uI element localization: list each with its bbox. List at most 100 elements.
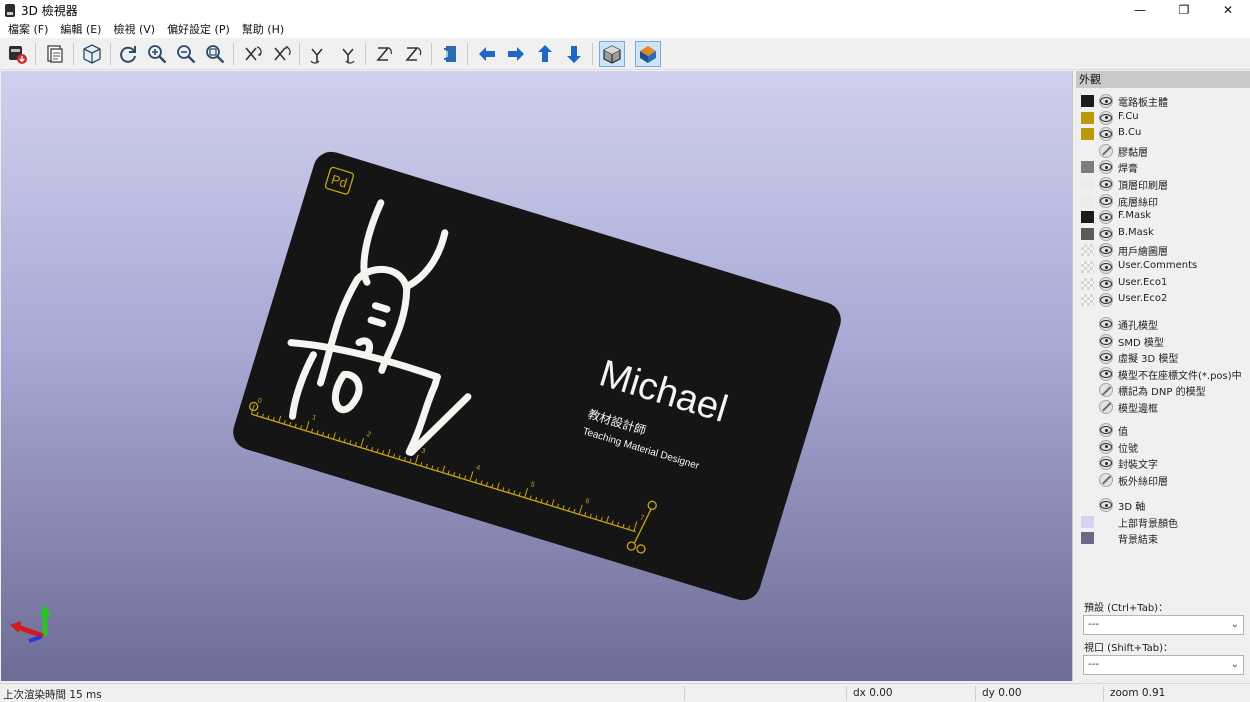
close-button[interactable]: ✕ — [1206, 0, 1250, 20]
menu-preferences[interactable]: 偏好設定 (P) — [161, 21, 236, 37]
visibility-eye-icon[interactable] — [1099, 276, 1113, 291]
zoom-fit-button[interactable] — [202, 41, 228, 67]
layer-row[interactable]: 底層絲印 — [1076, 193, 1250, 209]
menu-file[interactable]: 檔案 (F) — [2, 21, 54, 37]
visibility-eye-icon[interactable] — [1099, 498, 1113, 512]
viewport-value: --- — [1088, 659, 1099, 670]
appearance-panel: 外觀 電路板主體 F.Cu B.Cu 膠黏層 焊膏 頂層印刷層 底層絲印 F.Mask B.Ma… — [1076, 71, 1250, 681]
visibility-hidden-icon[interactable] — [1099, 383, 1113, 398]
color-swatch[interactable] — [1081, 515, 1094, 528]
view-row[interactable]: 上部背景顏色 — [1076, 514, 1250, 530]
color-swatch[interactable] — [1081, 111, 1094, 124]
color-swatch[interactable] — [1081, 261, 1094, 273]
rotate-z-ccw-button[interactable] — [400, 41, 426, 67]
layer-row[interactable]: User.Eco2 — [1076, 292, 1250, 308]
visibility-hidden-icon[interactable] — [1099, 400, 1113, 414]
color-swatch[interactable] — [1081, 244, 1094, 257]
visibility-eye-icon[interactable] — [1099, 439, 1113, 454]
visibility-eye-icon[interactable] — [1099, 243, 1113, 258]
view-row[interactable]: 3D 軸 — [1076, 497, 1250, 513]
visibility-eye-icon[interactable] — [1099, 193, 1113, 208]
layer-row[interactable]: User.Comments — [1076, 259, 1250, 275]
orthographic-toggle-button[interactable] — [599, 41, 625, 67]
layer-row[interactable]: B.Mask — [1076, 226, 1250, 242]
layer-row[interactable]: 膠黏層 — [1076, 143, 1250, 159]
view-label: 背景結束 — [1118, 535, 1158, 547]
visibility-eye-icon[interactable] — [1099, 210, 1113, 225]
flip-board-button[interactable] — [437, 41, 463, 67]
model-row[interactable]: 通孔模型 — [1076, 316, 1250, 332]
pan-up-button[interactable] — [532, 41, 558, 67]
copy-to-clipboard-button[interactable] — [42, 41, 68, 67]
color-swatch[interactable] — [1081, 211, 1094, 224]
annotation-row[interactable]: 封裝文字 — [1076, 455, 1250, 471]
maximize-button[interactable]: ❐ — [1162, 0, 1206, 20]
visibility-eye-icon[interactable] — [1099, 177, 1113, 191]
visibility-eye-icon[interactable] — [1099, 127, 1113, 142]
model-row[interactable]: 虛擬 3D 模型 — [1076, 349, 1250, 365]
model-row[interactable]: 模型不在座標文件(*.pos)中 — [1076, 366, 1250, 382]
rotate-y-cw-button[interactable] — [305, 41, 331, 67]
3d-viewport[interactable]: Pd Michael 教材設計師 Teaching Material Desig… — [1, 71, 1073, 681]
visibility-eye-icon[interactable] — [1099, 366, 1113, 381]
minimize-button[interactable]: — — [1118, 0, 1162, 20]
visibility-eye-icon[interactable] — [1099, 456, 1113, 471]
pan-right-button[interactable] — [503, 41, 529, 67]
export-image-button[interactable] — [4, 41, 30, 67]
rotate-x-cw-button[interactable] — [240, 41, 266, 67]
menu-help[interactable]: 幫助 (H) — [236, 21, 290, 37]
color-swatch[interactable] — [1081, 532, 1094, 545]
view-3d-button[interactable] — [79, 41, 105, 67]
menu-view[interactable]: 檢視 (V) — [107, 21, 161, 37]
visibility-hidden-icon[interactable] — [1099, 143, 1113, 158]
rotate-z-cw-button[interactable] — [371, 41, 397, 67]
render-mode-button[interactable] — [635, 41, 661, 67]
model-row[interactable]: SMD 模型 — [1076, 333, 1250, 349]
color-swatch[interactable] — [1081, 194, 1094, 207]
pan-left-button[interactable] — [474, 41, 500, 67]
color-swatch[interactable] — [1081, 178, 1094, 190]
color-swatch[interactable] — [1081, 294, 1094, 307]
visibility-eye-icon[interactable] — [1099, 160, 1113, 175]
annotation-row[interactable]: 值 — [1076, 422, 1250, 438]
color-swatch[interactable] — [1081, 95, 1094, 107]
visibility-hidden-icon[interactable] — [1099, 472, 1113, 487]
visibility-eye-icon[interactable] — [1099, 226, 1113, 241]
visibility-eye-icon[interactable] — [1099, 423, 1113, 437]
model-row[interactable]: 模型邊框 — [1076, 399, 1250, 415]
layer-row[interactable]: 用戶繪圖層 — [1076, 242, 1250, 258]
pan-down-button[interactable] — [561, 41, 587, 67]
color-swatch[interactable] — [1081, 128, 1094, 141]
color-swatch[interactable] — [1081, 227, 1094, 240]
visibility-eye-icon[interactable] — [1099, 317, 1113, 331]
visibility-eye-icon[interactable] — [1099, 110, 1113, 125]
layer-row[interactable]: User.Eco1 — [1076, 276, 1250, 292]
layer-row[interactable]: B.Cu — [1076, 126, 1250, 142]
preset-select[interactable]: --- ⌄ — [1083, 615, 1244, 635]
color-swatch[interactable] — [1081, 161, 1094, 174]
window-title: 3D 檢視器 — [21, 3, 78, 18]
rotate-x-ccw-button[interactable] — [269, 41, 295, 67]
reload-button[interactable] — [115, 41, 141, 67]
annotation-row[interactable]: 板外絲印層 — [1076, 472, 1250, 488]
model-row[interactable]: 標記為 DNP 的模型 — [1076, 382, 1250, 398]
visibility-eye-icon[interactable] — [1099, 260, 1113, 274]
layer-row[interactable]: F.Mask — [1076, 209, 1250, 225]
rotate-y-ccw-button[interactable] — [334, 41, 360, 67]
view-row[interactable]: 背景結束 — [1076, 530, 1250, 546]
zoom-in-button[interactable] — [144, 41, 170, 67]
visibility-eye-icon[interactable] — [1099, 350, 1113, 365]
visibility-eye-icon[interactable] — [1099, 94, 1113, 108]
layer-row[interactable]: 焊膏 — [1076, 159, 1250, 175]
viewport-select[interactable]: --- ⌄ — [1083, 655, 1244, 675]
visibility-eye-icon[interactable] — [1099, 333, 1113, 348]
visibility-eye-icon[interactable] — [1099, 293, 1113, 308]
menu-edit[interactable]: 編輯 (E) — [54, 21, 107, 37]
zoom-out-button[interactable] — [173, 41, 199, 67]
layer-row[interactable]: 頂層印刷層 — [1076, 176, 1250, 192]
annotation-row[interactable]: 位號 — [1076, 439, 1250, 455]
color-swatch[interactable] — [1081, 277, 1094, 290]
layer-row[interactable]: 電路板主體 — [1076, 93, 1250, 109]
layer-row[interactable]: F.Cu — [1076, 110, 1250, 126]
reload-icon — [120, 46, 136, 63]
